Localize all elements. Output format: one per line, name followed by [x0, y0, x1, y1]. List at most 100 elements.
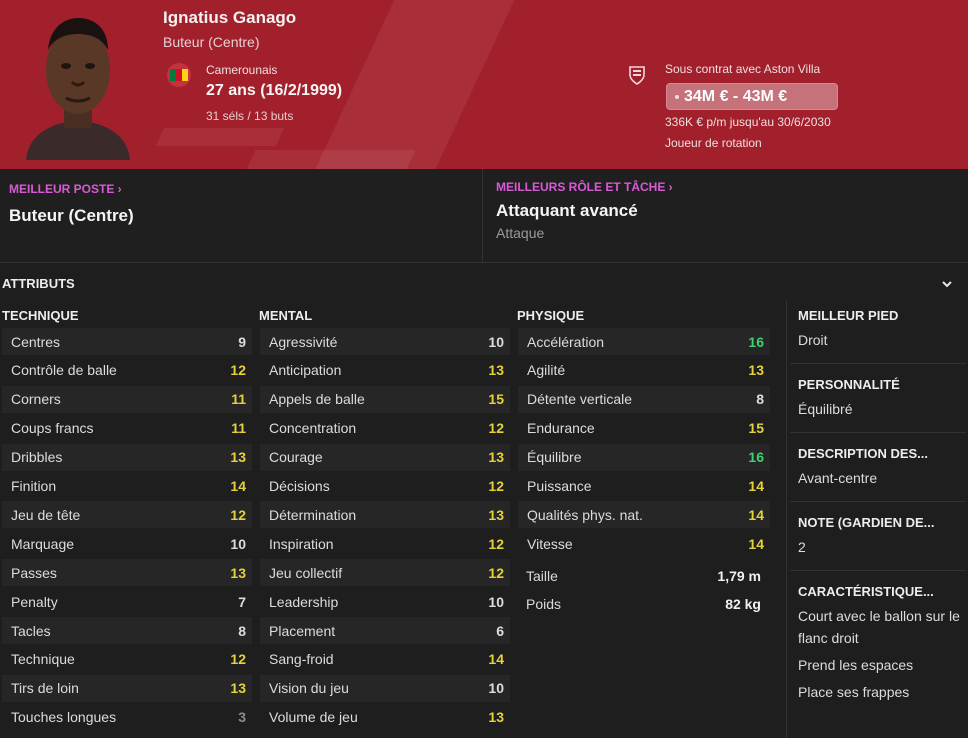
- attribute-row[interactable]: Agressivité 10: [260, 328, 510, 355]
- attribute-name: Puissance: [527, 478, 592, 494]
- attribute-row[interactable]: Jeu collectif 12: [260, 559, 510, 587]
- best-position-section: MEILLEUR POSTE › Buteur (Centre) MEILLEU…: [0, 169, 968, 263]
- attribute-row[interactable]: Tirs de loin 13: [2, 674, 252, 702]
- attribute-row[interactable]: Corners 11: [2, 385, 252, 413]
- transfer-value: 34M € - 43M €: [684, 87, 788, 105]
- attribute-name: Inspiration: [269, 535, 334, 552]
- transfer-value-badge[interactable]: 34M € - 43M €: [666, 83, 838, 110]
- chevron-down-icon[interactable]: [940, 278, 954, 290]
- attribute-row[interactable]: Détermination 13: [260, 501, 510, 529]
- attribute-row[interactable]: Qualités phys. nat. 14: [518, 501, 770, 529]
- attribute-name: Décisions: [269, 478, 330, 494]
- weight-row: Poids 82 kg: [517, 590, 771, 617]
- attribute-name: Volume de jeu: [269, 709, 358, 726]
- player-header: Ignatius Ganago Buteur (Centre) Cameroun…: [0, 0, 968, 169]
- physique-title: PHYSIQUE: [517, 308, 585, 323]
- attribute-row[interactable]: Touches longues 3: [2, 704, 252, 731]
- attribute-row[interactable]: Appels de balle 15: [260, 385, 510, 413]
- attribute-row[interactable]: Technique 12: [2, 646, 252, 673]
- player-caps: 31 séls / 13 buts: [206, 109, 294, 123]
- attribute-row[interactable]: Marquage 10: [2, 530, 252, 557]
- attribute-row[interactable]: Sang-froid 14: [260, 646, 510, 673]
- attribute-value: 10: [488, 680, 504, 697]
- attribute-row[interactable]: Inspiration 12: [260, 530, 510, 557]
- attribute-value: 12: [488, 478, 504, 494]
- personality-title: PERSONNALITÉ: [798, 377, 900, 392]
- attribute-row[interactable]: Équilibre 16: [518, 443, 770, 471]
- attribute-name: Leadership: [269, 593, 339, 610]
- attribute-name: Tacles: [11, 622, 51, 639]
- attribute-row[interactable]: Agilité 13: [518, 357, 770, 384]
- attribute-name: Équilibre: [527, 449, 582, 466]
- attribute-name: Tirs de loin: [11, 680, 79, 697]
- attribute-row[interactable]: Dribbles 13: [2, 443, 252, 471]
- attribute-row[interactable]: Décisions 12: [260, 473, 510, 500]
- attribute-row[interactable]: Jeu de tête 12: [2, 501, 252, 529]
- attribute-name: Penalty: [11, 593, 58, 610]
- attribute-value: 14: [230, 478, 246, 494]
- attribute-value: 12: [488, 420, 504, 437]
- gk-rating-value: 2: [798, 539, 806, 555]
- attribute-row[interactable]: Coups francs 11: [2, 415, 252, 442]
- attribute-row[interactable]: Volume de jeu 13: [260, 704, 510, 731]
- attribute-value: 12: [230, 362, 246, 379]
- attribute-value: 16: [748, 333, 764, 350]
- cameroon-flag-icon: [167, 63, 191, 87]
- attribute-row[interactable]: Penalty 7: [2, 588, 252, 615]
- attribute-value: 13: [488, 506, 504, 523]
- attribute-value: 14: [748, 506, 764, 523]
- attribute-row[interactable]: Concentration 12: [260, 415, 510, 442]
- attributes-title: ATTRIBUTS: [2, 276, 75, 291]
- sidebar-separator: [790, 363, 966, 364]
- attribute-name: Concentration: [269, 420, 357, 437]
- attribute-name: Jeu collectif: [269, 564, 343, 581]
- height-value: 1,79 m: [717, 567, 761, 584]
- attribute-row[interactable]: Accélération 16: [518, 328, 770, 355]
- attribute-name: Placement: [269, 622, 336, 639]
- attribute-value: 8: [238, 622, 246, 639]
- attribute-name: Vision du jeu: [269, 680, 349, 697]
- contract-status[interactable]: Sous contrat avec Aston Villa: [665, 62, 820, 76]
- attribute-name: Qualités phys. nat.: [527, 506, 643, 523]
- best-role-duty: Attaque: [496, 225, 545, 241]
- attribute-row[interactable]: Tacles 8: [2, 617, 252, 644]
- player-photo: [18, 8, 138, 160]
- attribute-row[interactable]: Détente verticale 8: [518, 385, 770, 413]
- attribute-value: 15: [748, 420, 764, 437]
- attribute-row[interactable]: Anticipation 13: [260, 357, 510, 384]
- wage-info: 336K € p/m jusqu'au 30/6/2030: [665, 115, 831, 129]
- trait-item: Place ses frappes: [798, 684, 910, 700]
- player-nationality[interactable]: Camerounais: [206, 63, 277, 77]
- attribute-row[interactable]: Contrôle de balle 12: [2, 357, 252, 384]
- traits-block: CARACTÉRISTIQUE... Court avec le ballon …: [798, 584, 966, 703]
- attribute-row[interactable]: Finition 14: [2, 473, 252, 500]
- attribute-name: Agilité: [527, 362, 566, 379]
- attribute-row[interactable]: Vitesse 14: [518, 530, 770, 557]
- section-divider: [482, 169, 483, 263]
- attribute-value: 16: [748, 449, 764, 466]
- trait-item: Prend les espaces: [798, 657, 914, 673]
- attribute-row[interactable]: Leadership 10: [260, 588, 510, 615]
- attribute-value: 14: [488, 651, 504, 668]
- attribute-row[interactable]: Passes 13: [2, 559, 252, 587]
- attribute-name: Touches longues: [11, 709, 117, 726]
- attribute-row[interactable]: Puissance 14: [518, 473, 770, 500]
- attribute-value: 14: [748, 478, 764, 494]
- attribute-row[interactable]: Centres 9: [2, 328, 252, 355]
- attribute-row[interactable]: Courage 13: [260, 443, 510, 471]
- sidebar-separator: [790, 432, 966, 433]
- height-label: Taille: [526, 567, 558, 584]
- attribute-name: Agressivité: [269, 333, 338, 350]
- attribute-row[interactable]: Vision du jeu 10: [260, 674, 510, 702]
- mental-title: MENTAL: [259, 308, 313, 323]
- attribute-row[interactable]: Endurance 15: [518, 415, 770, 442]
- player-age: 27 ans (16/2/1999): [206, 82, 343, 99]
- best-position-link[interactable]: MEILLEUR POSTE ›: [9, 182, 122, 196]
- attribute-name: Technique: [11, 651, 75, 668]
- attribute-value: 10: [488, 593, 504, 610]
- attribute-row[interactable]: Placement 6: [260, 617, 510, 644]
- best-role-link[interactable]: MEILLEURS RÔLE ET TÂCHE ›: [496, 180, 673, 194]
- club-badge-icon[interactable]: [628, 65, 646, 85]
- attribute-value: 11: [231, 420, 246, 437]
- personality-block: PERSONNALITÉ Équilibré: [798, 377, 966, 420]
